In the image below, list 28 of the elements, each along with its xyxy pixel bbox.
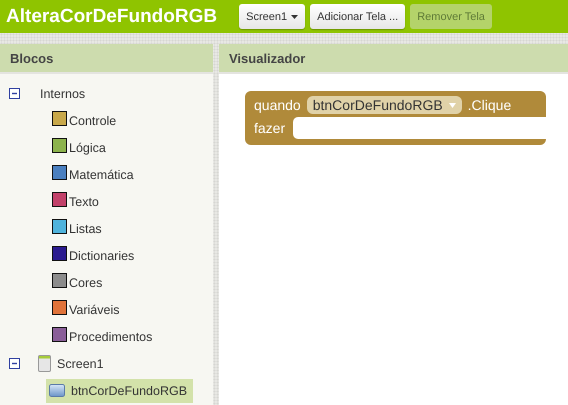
tree-item[interactable]: Procedimentos (52, 328, 154, 346)
tree-item[interactable]: Screen1 (38, 354, 106, 372)
screen-dropdown[interactable]: Screen1 (239, 4, 306, 29)
phone-screen-icon (38, 355, 51, 372)
caret-icon (291, 14, 298, 18)
caret-icon (448, 102, 456, 108)
tree-item[interactable]: Variáveis (52, 300, 122, 318)
tree-item[interactable]: Texto (52, 192, 101, 210)
tree-item[interactable]: Dictionaries (52, 246, 136, 264)
button-component-icon (49, 384, 65, 397)
collapse-icon[interactable] (9, 358, 20, 369)
collapse-icon[interactable] (9, 88, 20, 99)
tree-item[interactable]: Listas (52, 220, 104, 238)
component-dropdown[interactable]: btnCorDeFundoRGB (306, 96, 462, 114)
tree-item[interactable]: Lógica (52, 138, 108, 156)
block-label: fazer (254, 120, 286, 136)
tree-item[interactable]: Internos (38, 84, 88, 102)
tree-item[interactable]: Controle (52, 112, 118, 130)
app-title: AlteraCorDeFundoRGB (6, 6, 218, 28)
block-label: .Clique (468, 97, 512, 113)
toolbar-button[interactable]: Adicionar Tela ... (310, 4, 406, 29)
tree-item[interactable]: Matemática (52, 166, 136, 184)
tree-item[interactable]: Cores (52, 274, 104, 292)
panel-header: Blocos (0, 44, 213, 74)
event-block[interactable]: quando btnCorDeFundoRGB .Clique fazer (245, 91, 546, 145)
tree-item[interactable]: btnCorDeFundoRGB (46, 378, 194, 402)
panel-header: Visualizador (219, 44, 568, 74)
block-label: quando (254, 97, 301, 113)
